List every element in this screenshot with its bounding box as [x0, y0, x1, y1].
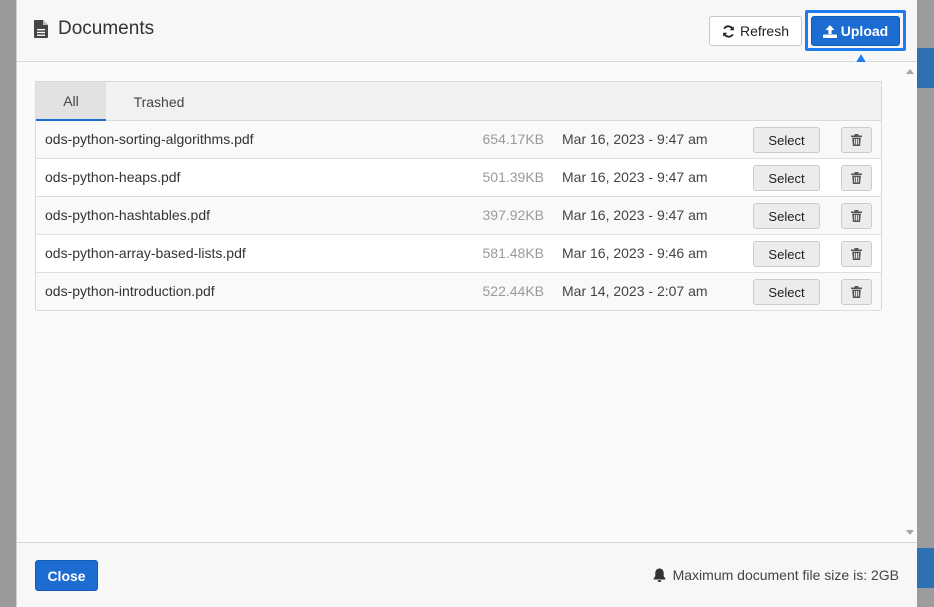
document-date: Mar 16, 2023 - 9:47 am — [562, 207, 708, 223]
modal-title-wrap: Documents — [34, 18, 154, 40]
trash-button[interactable] — [841, 203, 872, 229]
select-button[interactable]: Select — [753, 127, 820, 153]
upload-button[interactable]: Upload — [811, 16, 900, 46]
tab-all[interactable]: All — [36, 82, 106, 121]
document-name: ods-python-heaps.pdf — [45, 169, 181, 185]
document-date: Mar 16, 2023 - 9:46 am — [562, 245, 708, 261]
document-date: Mar 16, 2023 - 9:47 am — [562, 131, 708, 147]
table-row: ods-python-hashtables.pdf 397.92KB Mar 16,… — [36, 197, 881, 235]
document-size: 522.44KB — [482, 283, 545, 299]
modal-scrollbar[interactable] — [903, 62, 917, 542]
refresh-icon — [723, 24, 734, 38]
select-button[interactable]: Select — [753, 241, 820, 267]
trash-icon — [851, 172, 862, 184]
trash-icon — [851, 248, 862, 260]
upload-icon — [822, 24, 837, 38]
select-button[interactable]: Select — [753, 279, 820, 305]
tab-trashed[interactable]: Trashed — [106, 82, 212, 121]
file-icon — [34, 20, 48, 38]
modal-footer: Close Maximum document file size is: 2GB — [17, 542, 917, 607]
trash-button[interactable] — [841, 279, 872, 305]
backdrop-blue-block — [916, 48, 934, 88]
table-row: ods-python-heaps.pdf 501.39KB Mar 16, 2023… — [36, 159, 881, 197]
trash-button[interactable] — [841, 127, 872, 153]
documents-panel: All Trashed ods-python-sorting-algorithm… — [35, 81, 882, 311]
bell-icon — [653, 568, 665, 582]
document-size: 501.39KB — [482, 169, 545, 185]
document-name: ods-python-hashtables.pdf — [45, 207, 210, 223]
select-button[interactable]: Select — [753, 165, 820, 191]
scroll-up-icon[interactable] — [906, 69, 914, 74]
trash-icon — [851, 210, 862, 222]
backdrop-left — [0, 0, 16, 607]
scroll-down-icon[interactable] — [906, 530, 914, 535]
table-row: ods-python-introduction.pdf 522.44KB Mar 1… — [36, 273, 881, 311]
document-size: 654.17KB — [482, 131, 545, 147]
select-button[interactable]: Select — [753, 203, 820, 229]
trash-icon — [851, 286, 862, 298]
trash-button[interactable] — [841, 241, 872, 267]
document-date: Mar 16, 2023 - 9:47 am — [562, 169, 708, 185]
backdrop-right — [916, 0, 934, 607]
tab-bar: All Trashed — [36, 82, 881, 121]
document-name: ods-python-sorting-algorithms.pdf — [45, 131, 254, 147]
document-date: Mar 14, 2023 - 2:07 am — [562, 283, 708, 299]
backdrop-blue-block — [916, 548, 934, 588]
document-name: ods-python-introduction.pdf — [45, 283, 215, 299]
table-row: ods-python-array-based-lists.pdf 581.48KB… — [36, 235, 881, 273]
documents-modal: Documents Refresh Upload All Trashed ods… — [16, 0, 917, 607]
file-size-limit-text: Maximum document file size is: 2GB — [672, 567, 899, 583]
upload-label: Upload — [840, 23, 889, 39]
modal-header: Documents Refresh Upload — [17, 0, 917, 62]
refresh-button[interactable]: Refresh — [709, 16, 802, 46]
document-name: ods-python-array-based-lists.pdf — [45, 245, 246, 261]
trash-icon — [851, 134, 862, 146]
document-size: 397.92KB — [482, 207, 545, 223]
file-size-limit: Maximum document file size is: 2GB — [653, 567, 899, 583]
close-button[interactable]: Close — [35, 560, 98, 591]
refresh-label: Refresh — [739, 23, 790, 39]
modal-title: Documents — [58, 18, 155, 39]
document-size: 581.48KB — [482, 245, 545, 261]
trash-button[interactable] — [841, 165, 872, 191]
table-row: ods-python-sorting-algorithms.pdf 654.17K… — [36, 121, 881, 159]
